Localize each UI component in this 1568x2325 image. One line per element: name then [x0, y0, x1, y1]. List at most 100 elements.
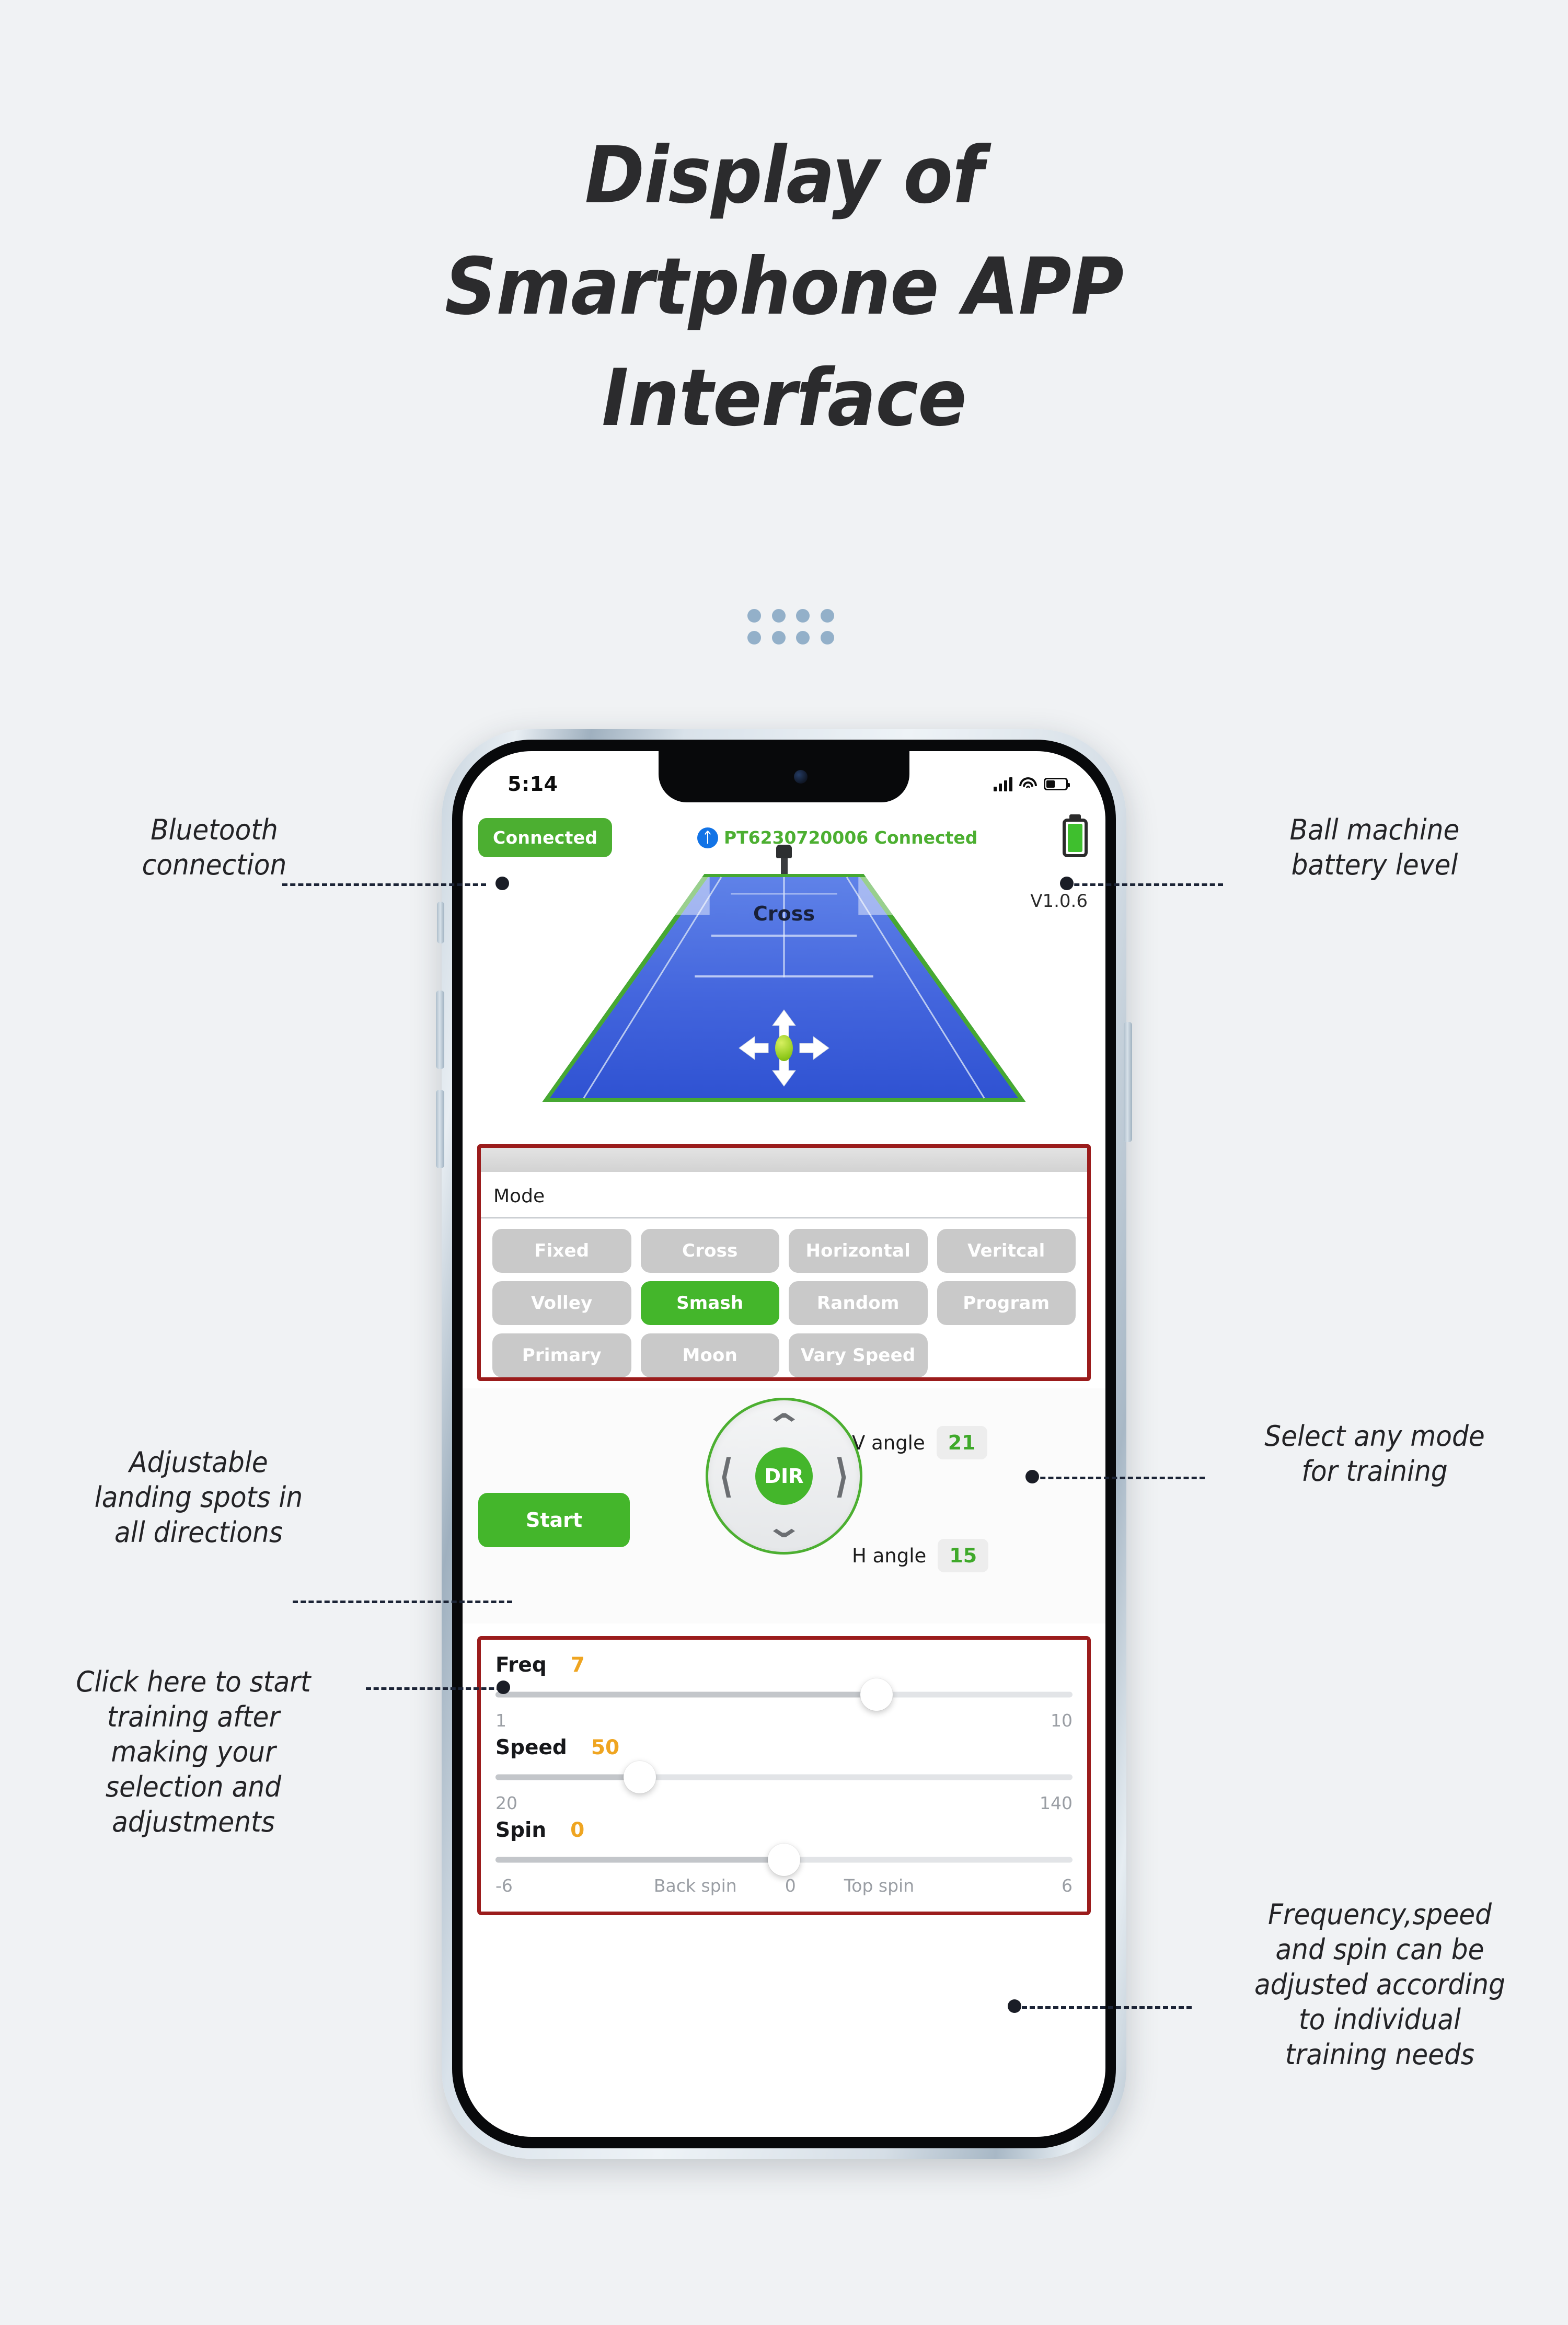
cellular-signal-icon [994, 777, 1012, 791]
app-version-label: V1.0.6 [1030, 891, 1088, 912]
annotation-start-training: Click here to start training after making … [76, 1665, 311, 1838]
speed-slider-fill [495, 1774, 640, 1780]
h-angle-label: H angle [852, 1544, 927, 1567]
court-view[interactable]: Cross V1.0.6 [463, 845, 1105, 1142]
mode-panel: Mode Fixed Cross Horizontal Veritcal Vol… [477, 1144, 1091, 1381]
annotation-bluetooth: Bluetooth connection [142, 813, 287, 881]
bluetooth-icon: ᛏ [697, 827, 718, 848]
page-title: Display of Smartphone APP Interface [63, 120, 1505, 454]
mode-button-moon[interactable]: Moon [640, 1333, 779, 1377]
spin-slider-fill [495, 1857, 784, 1863]
spin-slider-knob[interactable] [768, 1844, 800, 1876]
phone-power-button[interactable] [1124, 1022, 1132, 1142]
leader-endpoint-bluetooth [495, 877, 509, 890]
spin-slider-range: -6 Back spin 0 Top spin 6 [495, 1875, 1073, 1896]
annotation-landing-spots: Adjustable landing spots in all directions [94, 1446, 303, 1549]
status-bar: 5:14 [463, 751, 1105, 803]
leader-sliders [1014, 2006, 1192, 2009]
mode-button-random[interactable]: Random [789, 1281, 928, 1325]
status-bar-time: 5:14 [508, 773, 558, 796]
battery-icon [1044, 778, 1070, 790]
freq-slider[interactable] [495, 1678, 1073, 1711]
chevron-up-icon[interactable]: ⌃ [764, 1410, 804, 1442]
spin-slider-block: Spin 0 -6 Back spin 0 Top spin 6 [495, 1818, 1073, 1896]
ball-machine-battery-icon [1063, 818, 1088, 857]
leader-landing [293, 1601, 512, 1603]
phone-volume-up-button[interactable] [436, 991, 444, 1069]
adjustment-panel: Freq 7 1 10 Speed 50 20 140 Spin 0 -6 Ba… [477, 1636, 1091, 1915]
spin-center-label: 0 [785, 1875, 796, 1896]
mode-panel-topbar [481, 1148, 1087, 1172]
chevron-down-icon[interactable]: ⌄ [764, 1510, 804, 1543]
spin-slider-mid-labels: Back spin 0 Top spin [495, 1875, 1073, 1896]
leader-endpoint-sliders [1008, 1999, 1021, 2013]
mode-button-horizontal[interactable]: Horizontal [789, 1229, 928, 1273]
speed-max-label: 140 [1040, 1793, 1073, 1813]
mode-button-program[interactable]: Program [937, 1281, 1076, 1325]
speed-label: Speed [495, 1736, 567, 1759]
dir-center-button[interactable]: DIR [755, 1447, 813, 1505]
leader-endpoint-start [497, 1681, 510, 1694]
freq-max-label: 10 [1051, 1710, 1073, 1731]
decorative-dot-grid [747, 609, 836, 644]
speed-min-label: 20 [495, 1793, 517, 1813]
leader-endpoint-mode [1025, 1470, 1039, 1483]
phone-bezel: 5:14 Connected ᛏ PT6230720006 Connected [452, 740, 1116, 2148]
mode-button-vertical[interactable]: Veritcal [937, 1229, 1076, 1273]
mode-button-grid: Fixed Cross Horizontal Veritcal Volley S… [481, 1218, 1087, 1377]
speed-slider-range: 20 140 [495, 1793, 1073, 1813]
annotation-battery: Ball machine battery level [1289, 813, 1460, 881]
freq-label: Freq [495, 1653, 547, 1677]
spin-slider-head: Spin 0 [495, 1818, 1073, 1842]
mode-button-cross[interactable]: Cross [640, 1229, 779, 1273]
page-title-line-2: Smartphone APP [444, 241, 1124, 332]
connection-status-pill[interactable]: Connected [478, 818, 613, 857]
phone-volume-down-button[interactable] [436, 1090, 444, 1168]
page-title-line-3: Interface [602, 353, 966, 444]
mode-button-primary[interactable]: Primary [492, 1333, 631, 1377]
annotation-sliders: Frequency,speed and spin can be adjusted a… [1254, 1898, 1505, 2071]
speed-slider-head: Speed 50 [495, 1736, 1073, 1759]
v-angle-row: V angle 21 [852, 1426, 987, 1459]
chevron-left-icon[interactable]: ⟨ [719, 1453, 733, 1499]
h-angle-row: H angle 15 [852, 1539, 989, 1572]
leader-endpoint-battery [1060, 877, 1074, 890]
device-status-group: ᛏ PT6230720006 Connected [617, 827, 1057, 848]
leader-mode [1032, 1477, 1205, 1479]
four-way-arrows-icon[interactable] [738, 1009, 830, 1087]
freq-slider-block: Freq 7 1 10 [495, 1653, 1073, 1731]
freq-slider-knob[interactable] [860, 1678, 893, 1711]
freq-slider-range: 1 10 [495, 1710, 1073, 1731]
h-angle-value[interactable]: 15 [938, 1539, 989, 1572]
chevron-right-icon[interactable]: ⟩ [835, 1453, 849, 1499]
speed-slider-block: Speed 50 20 140 [495, 1736, 1073, 1813]
direction-panel: ⌃ ⌄ ⟨ ⟩ DIR Start V angle 21 H angle 15 [463, 1388, 1105, 1624]
speed-value: 50 [591, 1736, 620, 1759]
court-graphic [542, 874, 1026, 1102]
freq-slider-fill [495, 1691, 877, 1698]
phone-mute-switch[interactable] [437, 902, 444, 943]
tennis-ball-icon [775, 1035, 793, 1061]
mode-button-vary-speed[interactable]: Vary Speed [789, 1333, 928, 1377]
phone-screen: 5:14 Connected ᛏ PT6230720006 Connected [463, 751, 1105, 2137]
freq-value: 7 [570, 1653, 585, 1677]
annotation-mode-select: Select any mode for training [1264, 1420, 1485, 1488]
speed-slider-knob[interactable] [624, 1761, 656, 1793]
direction-joypad[interactable]: ⌃ ⌄ ⟨ ⟩ DIR [706, 1398, 862, 1555]
page-title-line-1: Display of [584, 130, 984, 221]
leader-start [366, 1687, 502, 1690]
spin-label: Spin [495, 1818, 547, 1842]
start-button[interactable]: Start [478, 1493, 630, 1547]
mode-panel-title: Mode [481, 1172, 1087, 1218]
court-mode-label: Cross [753, 902, 815, 925]
top-spin-label: Top spin [844, 1875, 915, 1896]
v-angle-value[interactable]: 21 [936, 1426, 987, 1459]
status-bar-indicators [994, 777, 1070, 791]
back-spin-label: Back spin [653, 1875, 737, 1896]
mode-button-volley[interactable]: Volley [492, 1281, 631, 1325]
spin-slider[interactable] [495, 1844, 1073, 1876]
mode-button-fixed[interactable]: Fixed [492, 1229, 631, 1273]
speed-slider[interactable] [495, 1761, 1073, 1793]
device-status-text: PT6230720006 Connected [723, 827, 978, 848]
mode-button-smash[interactable]: Smash [640, 1281, 779, 1325]
